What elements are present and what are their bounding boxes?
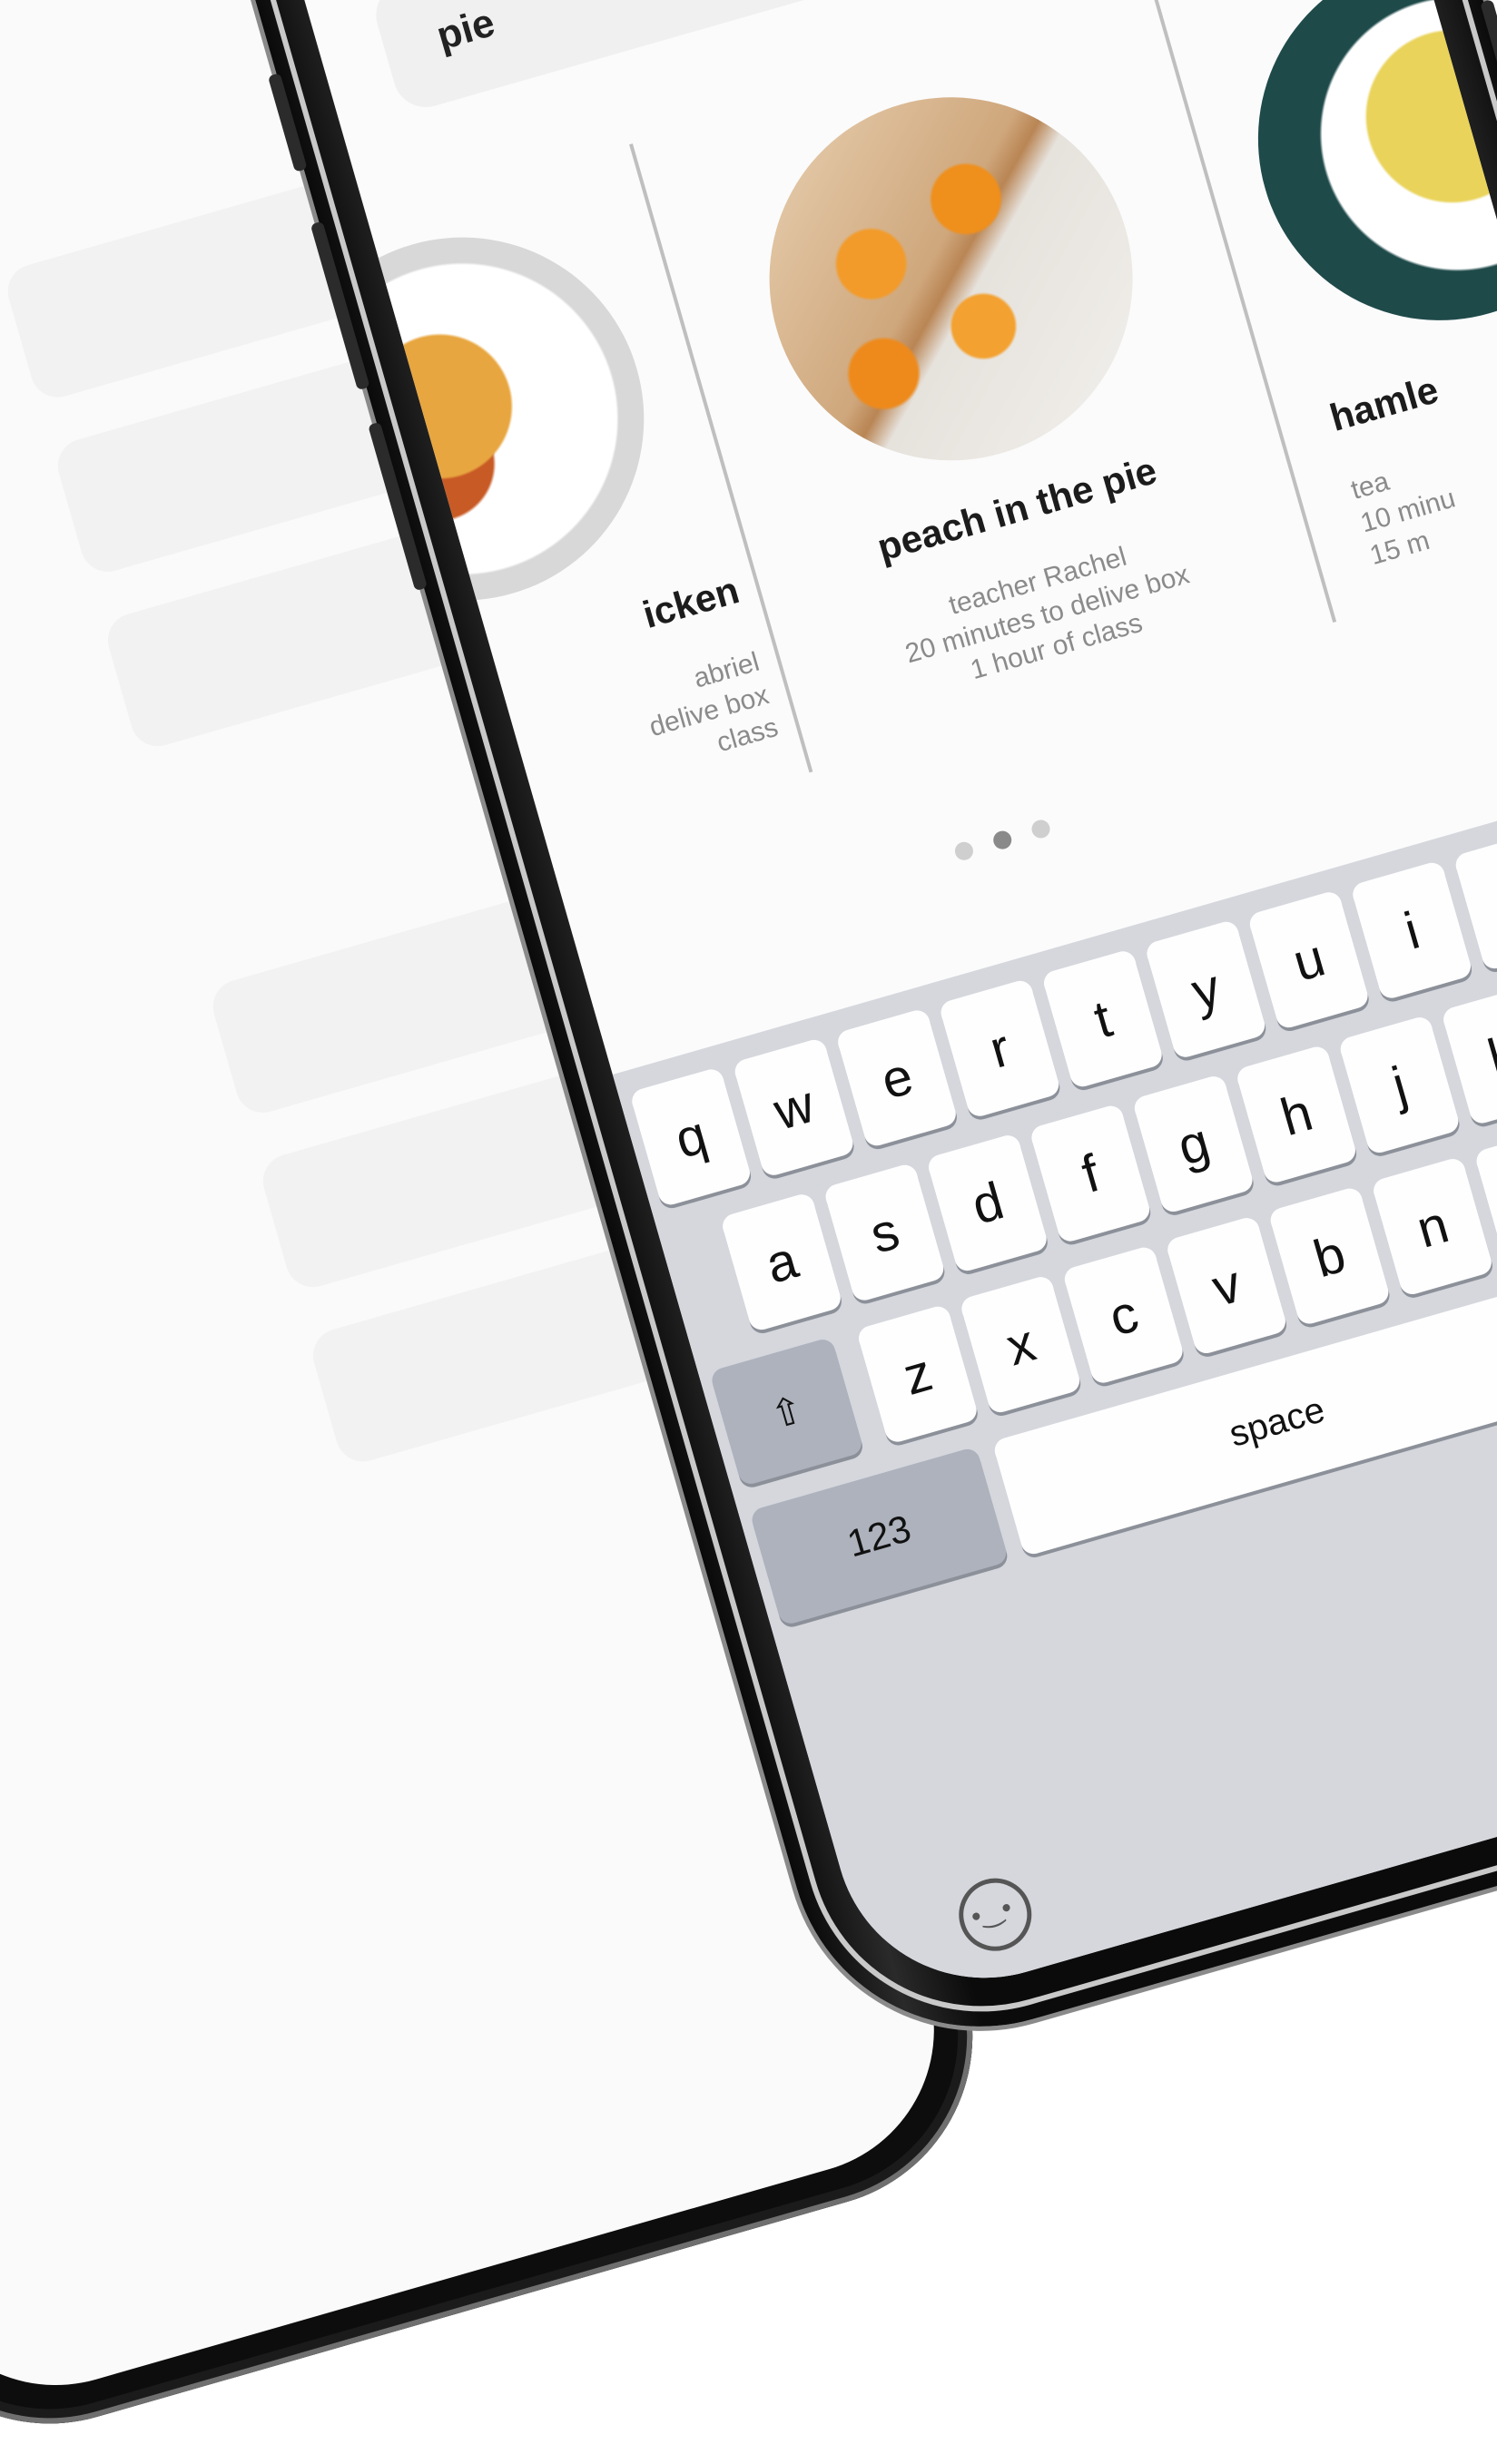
recipe-card[interactable]: hamle tea 10 minu 15 m [1215, 0, 1497, 573]
key-v[interactable]: v [1164, 1214, 1289, 1357]
key-u[interactable]: u [1246, 888, 1371, 1031]
key-y[interactable]: y [1144, 918, 1268, 1061]
key-t[interactable]: t [1040, 947, 1166, 1090]
shift-icon: ⇧ [765, 1387, 809, 1437]
emoji-icon[interactable] [950, 1870, 1040, 1960]
key-f[interactable]: f [1029, 1103, 1153, 1244]
recipe-card[interactable]: peach in the pie teacher Rachel 20 minut… [692, 44, 1271, 723]
key-h[interactable]: h [1234, 1044, 1359, 1185]
key-c[interactable]: c [1061, 1244, 1186, 1386]
key-d[interactable]: d [925, 1132, 1050, 1274]
key-q[interactable]: q [628, 1066, 753, 1208]
key-s[interactable]: s [822, 1162, 947, 1303]
key-z[interactable]: z [855, 1303, 980, 1445]
page-dot-active[interactable] [990, 829, 1014, 851]
key-r[interactable]: r [938, 977, 1062, 1120]
page-dot[interactable] [1029, 818, 1052, 840]
key-b[interactable]: b [1267, 1185, 1392, 1327]
search-query: pie [431, 0, 500, 59]
key-j[interactable]: j [1337, 1014, 1462, 1156]
key-g[interactable]: g [1131, 1073, 1256, 1215]
key-i[interactable]: i [1349, 859, 1474, 1001]
page-indicator [952, 818, 1052, 863]
recipe-image [726, 54, 1176, 504]
key-e[interactable]: e [834, 1007, 960, 1149]
key-a[interactable]: a [719, 1191, 844, 1333]
key-n[interactable]: n [1370, 1155, 1495, 1298]
page-dot[interactable] [952, 839, 976, 863]
key-w[interactable]: w [732, 1036, 856, 1179]
key-x[interactable]: x [959, 1273, 1083, 1416]
shift-key[interactable]: ⇧ [709, 1336, 865, 1487]
